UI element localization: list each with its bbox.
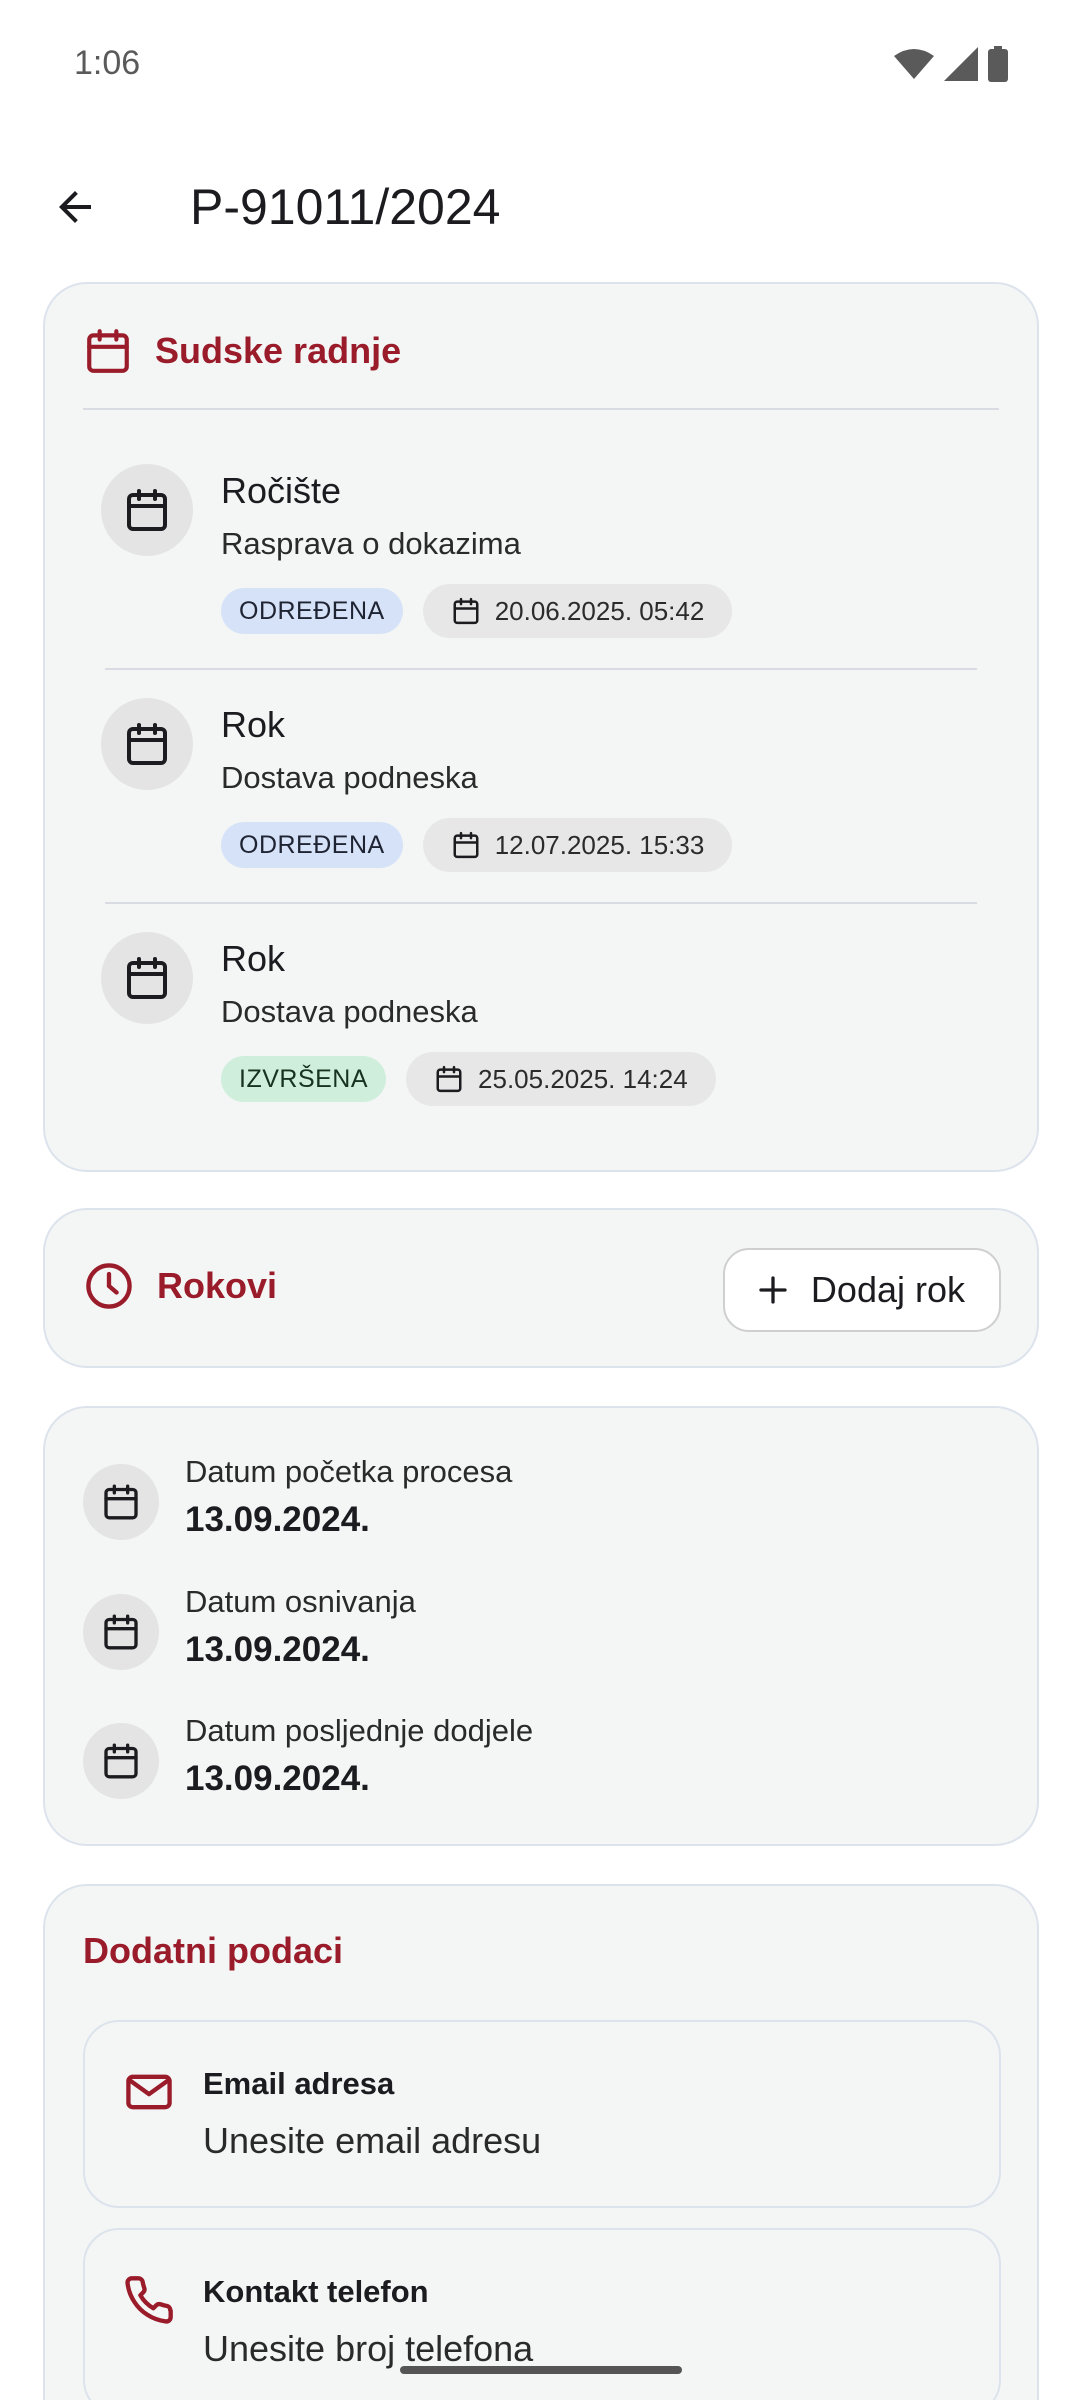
action-chips: ODREĐENA 20.06.2025. 05:42 — [221, 584, 733, 638]
additional-data-title: Dodatni podaci — [83, 1930, 343, 1971]
divider — [83, 408, 999, 410]
datetime-chip: 12.07.2025. 15:33 — [422, 818, 733, 872]
datetime-chip: 25.05.2025. 14:24 — [406, 1052, 716, 1106]
phone-icon — [125, 2276, 173, 2324]
email-field-placeholder: Unesite email adresu — [203, 2120, 542, 2161]
app-bar: P-91011/2024 — [0, 160, 1080, 260]
calendar-icon — [104, 1614, 138, 1650]
dates-card: Datum početka procesa 13.09.2024. Datum … — [43, 1406, 1039, 1846]
date-label: Datum posljednje dodjele — [185, 1713, 534, 1748]
calendar-icon — [104, 1743, 138, 1779]
date-value: 13.09.2024. — [185, 1759, 370, 1798]
page-title: P-91011/2024 — [190, 179, 501, 235]
date-icon-bg — [83, 1594, 159, 1670]
date-row-process-start: Datum početka procesa 13.09.2024. — [83, 1454, 983, 1554]
action-avatar — [101, 464, 193, 556]
action-datetime: 12.07.2025. 15:33 — [494, 829, 705, 860]
email-field[interactable]: Email adresa Unesite email adresu — [83, 2020, 1001, 2208]
calendar-icon — [127, 723, 167, 765]
action-datetime: 25.05.2025. 14:24 — [478, 1063, 688, 1094]
wifi-icon — [894, 49, 934, 79]
deadlines-title: Rokovi — [157, 1265, 278, 1306]
back-button[interactable] — [40, 172, 110, 242]
date-label: Datum početka procesa — [185, 1454, 513, 1489]
phone-field-label: Kontakt telefon — [203, 2274, 429, 2309]
status-time: 1:06 — [74, 44, 141, 82]
date-icon-bg — [83, 1723, 159, 1799]
deadlines-card: Rokovi Dodaj rok — [43, 1208, 1039, 1368]
action-description: Dostava podneska — [221, 760, 478, 795]
date-row-founding: Datum osnivanja 13.09.2024. — [83, 1584, 983, 1684]
action-title: Rok — [221, 938, 286, 979]
calendar-small-icon — [453, 831, 479, 859]
court-action-item[interactable]: Rok Dostava podneska IZVRŠENA 25.05.2025… — [101, 932, 981, 1132]
calendar-small-icon — [436, 1065, 462, 1093]
signal-icon — [944, 47, 978, 81]
status-chip: IZVRŠENA — [221, 1056, 387, 1102]
court-action-item[interactable]: Rok Dostava podneska ODREĐENA 12.07.2025… — [101, 698, 981, 898]
court-actions-title: Sudske radnje — [155, 330, 402, 371]
calendar-small-icon — [453, 597, 479, 625]
home-indicator[interactable] — [400, 2366, 682, 2374]
court-action-item[interactable]: Ročište Rasprava o dokazima ODREĐENA 20.… — [101, 464, 981, 664]
action-datetime: 20.06.2025. 05:42 — [494, 595, 705, 626]
action-title: Ročište — [221, 470, 342, 511]
date-label: Datum osnivanja — [185, 1584, 416, 1619]
divider — [105, 902, 977, 904]
mail-icon — [126, 2074, 172, 2110]
status-icons — [894, 46, 1008, 82]
action-description: Dostava podneska — [221, 994, 478, 1029]
deadlines-header: Rokovi — [83, 1260, 277, 1312]
action-description: Rasprava o dokazima — [221, 526, 521, 561]
action-chips: ODREĐENA 12.07.2025. 15:33 — [221, 818, 733, 872]
add-deadline-label: Dodaj rok — [810, 1269, 965, 1310]
calendar-icon — [127, 957, 167, 999]
add-deadline-button[interactable]: Dodaj rok — [722, 1248, 1001, 1332]
calendar-icon — [127, 489, 167, 531]
phone-field-placeholder: Unesite broj telefona — [203, 2328, 534, 2369]
date-icon-bg — [83, 1464, 159, 1540]
arrow-back-icon — [59, 191, 91, 223]
status-chip: ODREĐENA — [221, 822, 403, 868]
phone-field[interactable]: Kontakt telefon Unesite broj telefona — [83, 2228, 1001, 2400]
calendar-icon — [104, 1484, 138, 1520]
email-field-label: Email adresa — [203, 2066, 395, 2101]
datetime-chip: 20.06.2025. 05:42 — [422, 584, 733, 638]
court-actions-header: Sudske radnje — [83, 326, 401, 376]
clock-icon — [86, 1263, 132, 1309]
date-value: 13.09.2024. — [185, 1630, 370, 1669]
status-bar: 1:06 — [0, 0, 1080, 130]
battery-icon — [988, 46, 1008, 82]
action-avatar — [101, 698, 193, 790]
date-row-last-assignment: Datum posljednje dodjele 13.09.2024. — [83, 1713, 983, 1813]
action-chips: IZVRŠENA 25.05.2025. 14:24 — [221, 1052, 716, 1106]
action-avatar — [101, 932, 193, 1024]
plus-icon — [759, 1276, 787, 1304]
additional-data-card: Dodatni podaci Email adresa Unesite emai… — [43, 1884, 1039, 2400]
date-value: 13.09.2024. — [185, 1500, 370, 1539]
court-actions-card: Sudske radnje Ročište Rasprava o dokazim… — [43, 282, 1039, 1172]
action-title: Rok — [221, 704, 286, 745]
status-chip: ODREĐENA — [221, 588, 403, 634]
divider — [105, 668, 977, 670]
calendar-icon — [87, 329, 129, 373]
